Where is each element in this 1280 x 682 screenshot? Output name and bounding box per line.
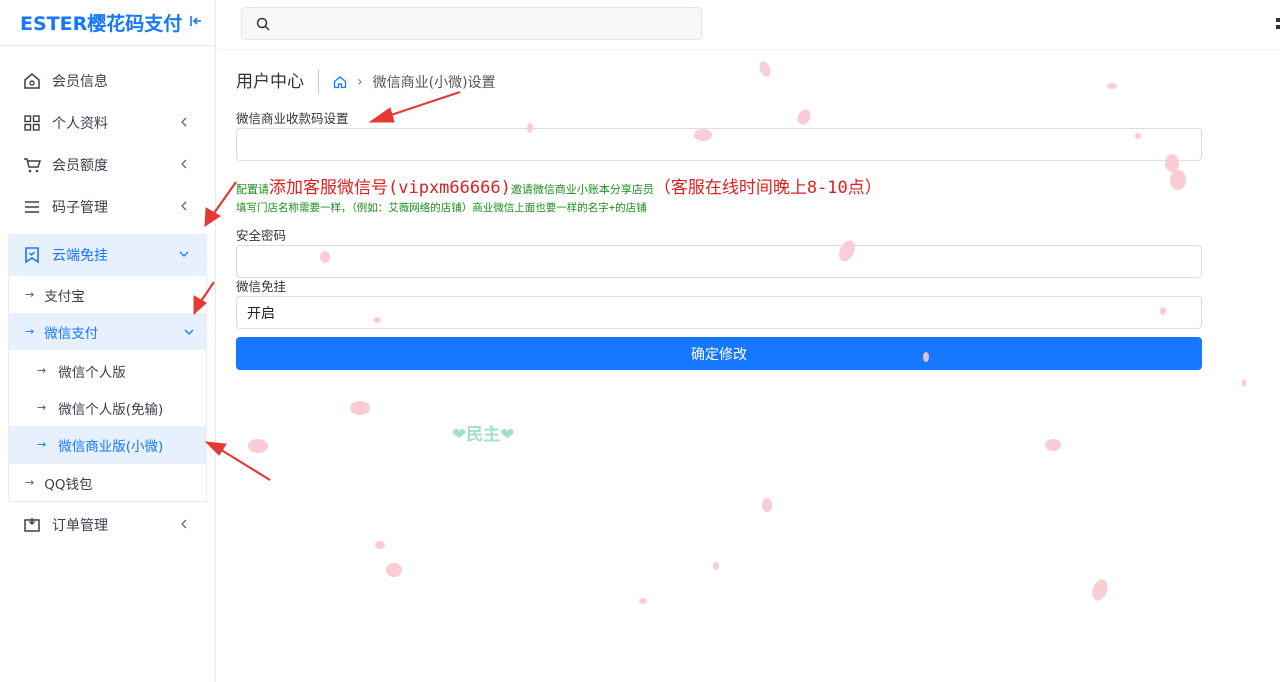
- chevron-left-icon: [181, 159, 187, 169]
- notice-line-2: 填写门店名称需要一样，（例如：艾薇网络的店铺）商业微信上面也要一样的名字+的店铺: [236, 202, 647, 214]
- order-icon: [22, 515, 42, 535]
- chevron-down-icon: [179, 251, 189, 257]
- sidebar-item-code-manage[interactable]: 码子管理: [0, 186, 215, 228]
- sidebar-item-qq-wallet[interactable]: → QQ钱包: [9, 464, 206, 501]
- sidebar-item-profile[interactable]: 个人资料: [0, 102, 215, 144]
- more-icon[interactable]: [1276, 18, 1280, 30]
- sidebar-item-member-info[interactable]: 会员信息: [0, 60, 215, 102]
- sidebar-item-wechat-business[interactable]: → 微信商业版(小微): [9, 426, 206, 463]
- home-icon: [22, 71, 42, 91]
- grid-icon: [22, 113, 42, 133]
- sidebar-item-label: 微信个人版: [58, 364, 126, 381]
- search-input[interactable]: [241, 7, 702, 40]
- brand-title[interactable]: ESTER樱花码支付: [20, 9, 182, 36]
- submit-button[interactable]: 确定修改: [236, 337, 1202, 370]
- qr-code-input[interactable]: [236, 128, 1202, 161]
- sidebar-item-label: 微信个人版(免输): [58, 401, 164, 418]
- sidebar-item-wechat-pay[interactable]: → 微信支付: [9, 313, 206, 350]
- sidebar-item-label: 云端免挂: [52, 248, 108, 264]
- arrow-right-icon: →: [25, 476, 35, 489]
- brand: ESTER樱花码支付: [0, 0, 215, 46]
- cart-icon: [22, 155, 42, 175]
- security-password-input[interactable]: [236, 245, 1202, 278]
- wechat-mode-select[interactable]: 开启: [236, 296, 1202, 329]
- sidebar-item-label: QQ钱包: [44, 476, 93, 493]
- home-icon[interactable]: [333, 75, 347, 89]
- notice-service-hours: （客服在线时间晚上8-10点）: [653, 178, 882, 198]
- notice-prefix: 配置请: [236, 183, 269, 196]
- chevron-down-icon: [184, 329, 194, 335]
- mode-label: 微信免挂: [236, 279, 287, 294]
- page-title: 用户中心: [236, 69, 319, 95]
- notice-wechat-id: 添加客服微信号(vipxm66666): [269, 178, 511, 198]
- sidebar-item-label: 订单管理: [52, 518, 108, 534]
- breadcrumb-current: 微信商业(小微)设置: [372, 75, 496, 91]
- sidebar-item-orders[interactable]: 订单管理: [0, 504, 215, 546]
- sidebar-item-cloud-hosting[interactable]: 云端免挂: [8, 234, 207, 276]
- arrow-right-icon: →: [25, 325, 35, 338]
- chevron-left-icon: [181, 201, 187, 211]
- watermark-text: ❤民主❤: [452, 425, 515, 445]
- chevron-left-icon: [181, 117, 187, 127]
- arrow-right-icon: →: [37, 401, 47, 414]
- sidebar-item-label: 会员额度: [52, 158, 108, 174]
- top-bar: [217, 0, 1280, 50]
- notice-mid: 邀请微信商业小账本分享店员: [510, 183, 654, 196]
- sidebar-item-label: 会员信息: [52, 74, 108, 90]
- sidebar-item-label: 微信支付: [44, 325, 99, 342]
- breadcrumb: 用户中心 › 微信商业(小微)设置: [236, 60, 1202, 104]
- password-label: 安全密码: [236, 228, 287, 243]
- sidebar-item-alipay[interactable]: → 支付宝: [9, 276, 206, 313]
- sidebar-item-wechat-personal[interactable]: → 微信个人版: [9, 352, 206, 389]
- sidebar-item-wechat-personal-noinput[interactable]: → 微信个人版(免输): [9, 389, 206, 426]
- arrow-right-icon: →: [25, 288, 35, 301]
- sidebar-item-label: 个人资料: [52, 116, 108, 132]
- search-icon: [256, 17, 270, 31]
- sidebar-item-label: 码子管理: [52, 200, 108, 216]
- main-content: 用户中心 › 微信商业(小微)设置 微信商业收款码设置 配置请 添加客服微信号(…: [236, 60, 1202, 370]
- qr-label: 微信商业收款码设置: [236, 111, 349, 126]
- sidebar-item-label: 微信商业版(小微): [58, 438, 164, 455]
- chevron-left-icon: [181, 519, 187, 529]
- cloud-hosting-submenu: → 支付宝 → 微信支付 → 微信个人版 → 微信个人版(免输) → 微信商业版…: [8, 276, 207, 502]
- notice-line-1: 配置请 添加客服微信号(vipxm66666) 邀请微信商业小账本分享店员 （客…: [236, 173, 1202, 198]
- sidebar-nav: 会员信息 个人资料 会员额度 码子管理 云端免挂 → 支付宝 → 微信支付 → …: [0, 46, 215, 546]
- chevron-right-icon: ›: [357, 74, 363, 90]
- arrow-right-icon: →: [37, 364, 47, 377]
- menu-icon: [22, 197, 42, 217]
- arrow-right-icon: →: [37, 438, 47, 451]
- sidebar-item-member-quota[interactable]: 会员额度: [0, 144, 215, 186]
- bookmark-icon: [22, 245, 42, 265]
- collapse-sidebar-icon[interactable]: [189, 14, 203, 32]
- sidebar-item-label: 支付宝: [44, 288, 85, 305]
- sidebar: ESTER樱花码支付 会员信息 个人资料 会员额度 码子管理 云端免挂 → 支付…: [0, 0, 216, 682]
